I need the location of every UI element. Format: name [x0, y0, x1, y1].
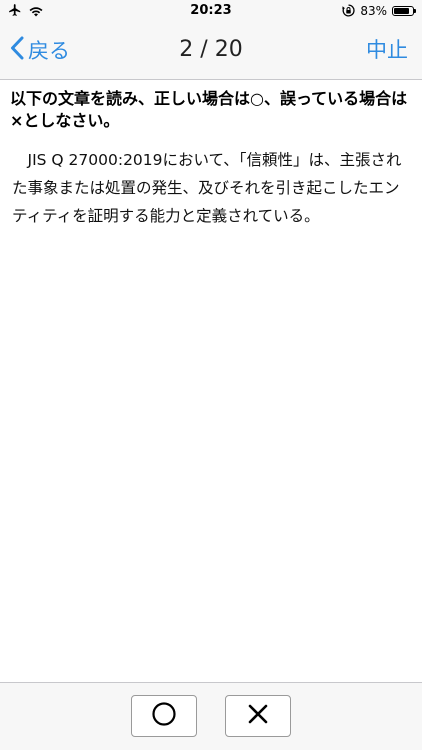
- question-counter: 2 / 20: [179, 37, 243, 62]
- cross-icon: [247, 703, 269, 729]
- answer-bar: [0, 682, 422, 750]
- question-instruction: 以下の文章を読み、正しい場合は○、誤っている場合は×としなさい。: [10, 89, 408, 130]
- orientation-lock-icon: [342, 2, 355, 21]
- stop-button[interactable]: 中止: [366, 35, 408, 65]
- answer-false-button[interactable]: [225, 695, 291, 737]
- question-text: JIS Q 27000:2019において、「信頼性」は、主張された事象または処置…: [12, 151, 402, 225]
- quiz-screen: 20:23 83% 戻る 2 / 20 中止 以下の文章を読み、正しい場合は○、…: [0, 0, 422, 750]
- battery-level: [394, 8, 409, 14]
- navigation-bar: 戻る 2 / 20 中止: [0, 22, 422, 80]
- battery-icon: [392, 6, 416, 16]
- status-right: 83%: [342, 2, 416, 21]
- answer-true-button[interactable]: [131, 695, 197, 737]
- battery-percent: 83%: [360, 4, 387, 18]
- circle-icon: [151, 701, 177, 731]
- question-content: 以下の文章を読み、正しい場合は○、誤っている場合は×としなさい。 JIS Q 2…: [0, 80, 422, 230]
- status-bar: 20:23 83%: [0, 0, 422, 22]
